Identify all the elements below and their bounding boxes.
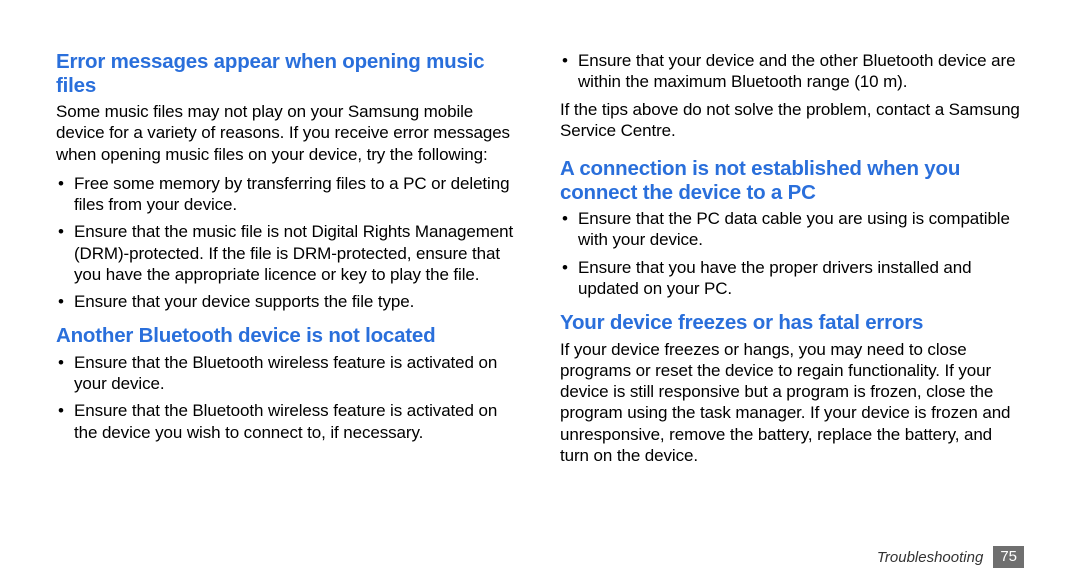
heading-pc-connection: A connection is not established when you… (560, 157, 1024, 204)
page-footer: Troubleshooting 75 (877, 546, 1024, 568)
para-freezes: If your device freezes or hangs, you may… (560, 339, 1024, 467)
para-error-music: Some music files may not play on your Sa… (56, 101, 520, 165)
bullets-bluetooth-not-located: Ensure that the Bluetooth wireless featu… (56, 352, 520, 443)
list-item: Ensure that the Bluetooth wireless featu… (56, 400, 520, 443)
heading-freezes: Your device freezes or has fatal errors (560, 311, 1024, 335)
list-item: Ensure that the PC data cable you are us… (560, 208, 1024, 251)
list-item: Free some memory by transferring files t… (56, 173, 520, 216)
manual-page: Error messages appear when opening music… (0, 0, 1080, 586)
list-item: Ensure that the music file is not Digita… (56, 221, 520, 285)
bullets-pc-connection: Ensure that the PC data cable you are us… (560, 208, 1024, 299)
heading-bluetooth-not-located: Another Bluetooth device is not located (56, 324, 520, 348)
list-item: Ensure that your device and the other Bl… (560, 50, 1024, 93)
heading-error-music: Error messages appear when opening music… (56, 50, 520, 97)
right-column: Ensure that your device and the other Bl… (560, 50, 1024, 474)
left-column: Error messages appear when opening music… (56, 50, 520, 474)
bullets-bluetooth-range: Ensure that your device and the other Bl… (560, 50, 1024, 93)
two-column-layout: Error messages appear when opening music… (56, 50, 1024, 474)
list-item: Ensure that the Bluetooth wireless featu… (56, 352, 520, 395)
bullets-error-music: Free some memory by transferring files t… (56, 173, 520, 313)
para-contact-service: If the tips above do not solve the probl… (560, 99, 1024, 142)
footer-section-label: Troubleshooting (877, 549, 983, 566)
footer-page-number: 75 (993, 546, 1024, 568)
list-item: Ensure that you have the proper drivers … (560, 257, 1024, 300)
list-item: Ensure that your device supports the fil… (56, 291, 520, 312)
